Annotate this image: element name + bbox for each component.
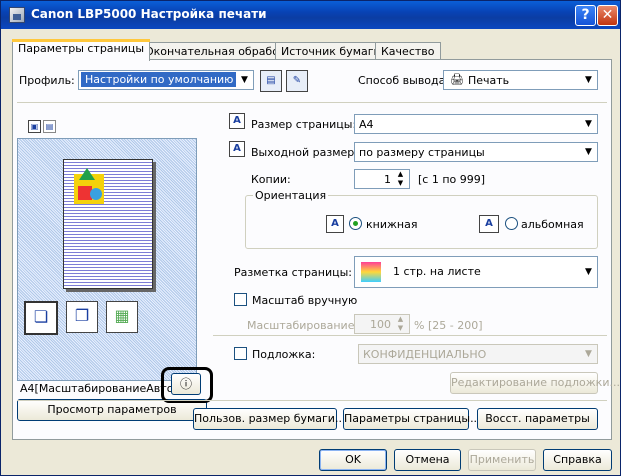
title-bar: Canon LBP5000 Настройка печати ? ✕ <box>1 1 620 29</box>
portrait-icon: A <box>326 215 344 233</box>
sample-triangle <box>79 168 95 180</box>
stack-pages-icon[interactable]: ❏ <box>24 301 58 335</box>
scale-input[interactable]: 100 ▲ ▼ <box>354 314 410 334</box>
copies-range: [с 1 по 999] <box>418 173 486 186</box>
help-button[interactable]: ? <box>575 5 596 26</box>
manual-scale-checkbox[interactable] <box>234 293 247 306</box>
close-button[interactable]: ✕ <box>597 5 618 26</box>
watermark-label: Подложка: <box>252 348 316 361</box>
scale-value: 100 <box>370 318 391 331</box>
spinner-icon[interactable]: ▲ ▼ <box>392 170 409 188</box>
edit-watermark-button[interactable]: Редактирование подложки... <box>450 372 620 394</box>
output-method-label: Способ вывода: <box>358 74 450 87</box>
output-size-value: по размеру страницы <box>359 146 485 159</box>
scale-range: % [25 - 200] <box>414 319 483 332</box>
restore-defaults-button[interactable]: Восст. параметры <box>477 408 598 430</box>
edit-profile-icon[interactable]: ✎ <box>286 70 308 92</box>
page-size-select[interactable]: A4 ▼ <box>354 114 598 134</box>
profile-select[interactable]: Настройки по умолчанию ▼ <box>78 70 254 90</box>
landscape-icon: A <box>479 215 499 233</box>
layout-thumbnail-icon <box>361 262 381 282</box>
cancel-button[interactable]: Отмена <box>394 449 461 471</box>
tab-page-setup[interactable]: Параметры страницы <box>12 39 151 61</box>
page-size-value: A4 <box>359 118 374 131</box>
chevron-down-icon: ▼ <box>580 257 597 287</box>
copies-value: 1 <box>384 173 391 186</box>
layout-select[interactable]: 1 стр. на листе ▼ <box>354 256 598 288</box>
add-profile-icon[interactable]: ▤ <box>260 70 282 92</box>
page-preview: ❏ ❐ ▦ <box>17 138 197 381</box>
watermark-checkbox[interactable] <box>234 347 247 360</box>
color-mode-icon[interactable]: ▦ <box>106 301 138 333</box>
tab-panel: Профиль: Настройки по умолчанию ▼ ▤ ✎ Сп… <box>12 59 620 440</box>
chevron-down-icon: ▼ <box>580 71 597 89</box>
preview-mode-icon[interactable]: ▣ <box>28 120 41 133</box>
copies-label: Копии: <box>251 173 291 186</box>
watermark-value: КОНФИДЕНЦИАЛЬНО <box>363 348 487 361</box>
manual-scale-label: Масштаб вручную <box>252 294 358 307</box>
paper-thumbnail <box>63 159 153 289</box>
preview-caption: A4[МасштабированиеАвто] <box>20 382 178 395</box>
printer-app-icon <box>9 7 25 23</box>
output-size-icon: A <box>229 141 245 157</box>
landscape-label: альбомная <box>521 218 584 231</box>
tab-paper-source[interactable]: Источник бумаги <box>275 42 387 60</box>
chevron-down-icon: ▼ <box>580 345 597 363</box>
output-method-value: Печать <box>468 74 510 87</box>
ok-button[interactable]: OK <box>319 449 387 471</box>
chevron-down-icon: ▼ <box>236 71 253 89</box>
divider <box>17 400 607 401</box>
page-size-label: Размер страницы: <box>251 118 357 131</box>
output-method-select[interactable]: 🖨 Печать ▼ <box>443 70 598 90</box>
settings-mode-icon[interactable]: ▤ <box>43 120 56 133</box>
profile-label: Профиль: <box>19 74 75 87</box>
printer-icon: 🖨 <box>450 73 464 86</box>
page-size-icon: A <box>229 113 245 129</box>
landscape-radio[interactable] <box>505 217 518 230</box>
apply-button[interactable]: Применить <box>468 449 536 471</box>
info-icon: ⓘ <box>179 377 192 391</box>
chevron-down-icon: ▼ <box>580 115 597 133</box>
orientation-label: Ориентация <box>253 189 329 202</box>
custom-paper-size-button[interactable]: Пользов. размер бумаги... <box>193 408 345 430</box>
sample-circle <box>90 188 102 200</box>
layout-value: 1 стр. на листе <box>393 265 481 278</box>
window-title: Canon LBP5000 Настройка печати <box>31 7 267 21</box>
divider <box>213 335 607 336</box>
output-size-select[interactable]: по размеру страницы ▼ <box>354 142 598 162</box>
profile-value: Настройки по умолчанию <box>81 72 238 87</box>
copy-pages-icon[interactable]: ❐ <box>66 301 98 333</box>
scale-label: Масштабирование: <box>247 319 359 332</box>
portrait-label: книжная <box>366 218 418 231</box>
info-button[interactable]: ⓘ <box>171 373 201 395</box>
portrait-radio[interactable] <box>349 217 362 230</box>
copies-input[interactable]: 1 ▲ ▼ <box>354 169 410 189</box>
help-dialog-button[interactable]: Справка <box>543 449 612 471</box>
chevron-down-icon: ▼ <box>580 143 597 161</box>
divider <box>17 102 607 103</box>
output-size-label: Выходной размер: <box>251 146 358 159</box>
spinner-icon[interactable]: ▲ ▼ <box>392 315 409 333</box>
watermark-select[interactable]: КОНФИДЕНЦИАЛЬНО ▼ <box>358 344 598 364</box>
tab-quality[interactable]: Качество <box>375 42 441 60</box>
print-settings-window: Canon LBP5000 Настройка печати ? ✕ Парам… <box>0 0 621 476</box>
page-options-button[interactable]: Параметры страницы... <box>343 408 481 430</box>
layout-label: Разметка страницы: <box>234 266 352 279</box>
